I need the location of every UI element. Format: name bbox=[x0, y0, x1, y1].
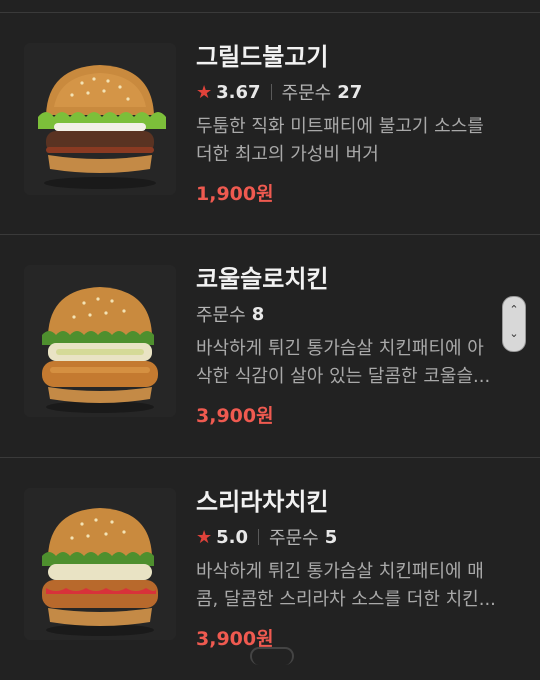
description-line: 더한 최고의 가성비 버거 bbox=[196, 144, 379, 165]
menu-item-meta: ★ 5.0 주문수 5 bbox=[196, 524, 337, 550]
menu-item-name: 스리라차치킨 bbox=[196, 488, 329, 516]
rating-value: 3.67 bbox=[216, 81, 261, 103]
star-icon: ★ bbox=[196, 81, 213, 103]
chevron-down-icon[interactable]: ⌄ bbox=[503, 327, 525, 340]
description-line: 삭한 식감이 살아 있는 달콤한 코울슬... bbox=[196, 366, 491, 387]
meta-separator bbox=[258, 529, 260, 545]
menu-item-grilled-bulgogi[interactable]: 그릴드불고기 ★ 3.67 주문수 27 두툼한 직화 미트패티에 불고기 소스… bbox=[0, 13, 540, 235]
burger-image bbox=[24, 43, 176, 195]
fast-scroll-handle[interactable]: ⌃ ⌄ bbox=[502, 296, 526, 352]
star-icon: ★ bbox=[196, 526, 213, 548]
description-line: 바삭하게 튀긴 통가슴살 치킨패티에 매 bbox=[196, 561, 484, 582]
meta-separator bbox=[270, 84, 272, 100]
menu-item-name: 그릴드불고기 bbox=[196, 43, 329, 71]
order-count: 27 bbox=[337, 81, 363, 103]
burger-image bbox=[24, 488, 176, 640]
menu-item-price: 1,900원 bbox=[196, 183, 274, 205]
rating-value: 5.0 bbox=[216, 526, 249, 548]
description-line: 콤, 달콤한 스리라차 소스를 더한 치킨... bbox=[196, 589, 496, 610]
order-count-label: 주문수 bbox=[281, 83, 332, 104]
menu-item-coleslaw-chicken[interactable]: 코울슬로치킨 주문수 8 바삭하게 튀긴 통가슴살 치킨패티에 아 삭한 식감이… bbox=[0, 235, 540, 457]
menu-item-name: 코울슬로치킨 bbox=[196, 265, 329, 293]
menu-item-description: 바삭하게 튀긴 통가슴살 치킨패티에 아 삭한 식감이 살아 있는 달콤한 코울… bbox=[196, 335, 518, 391]
menu-item-meta: 주문수 8 bbox=[196, 301, 264, 327]
order-count: 5 bbox=[324, 526, 338, 548]
order-count: 8 bbox=[251, 303, 265, 325]
description-line: 두툼한 직화 미트패티에 불고기 소스를 bbox=[196, 116, 484, 137]
burger-image bbox=[24, 265, 176, 417]
menu-item-description: 두툼한 직화 미트패티에 불고기 소스를 더한 최고의 가성비 버거 bbox=[196, 113, 518, 169]
description-line: 바삭하게 튀긴 통가슴살 치킨패티에 아 bbox=[196, 338, 484, 359]
menu-item-meta: ★ 3.67 주문수 27 bbox=[196, 79, 362, 105]
menu-item-description: 바삭하게 튀긴 통가슴살 치킨패티에 매 콤, 달콤한 스리라차 소스를 더한 … bbox=[196, 558, 518, 614]
menu-item-price: 3,900원 bbox=[196, 405, 274, 427]
bottom-sheet-handle[interactable] bbox=[250, 647, 294, 665]
chevron-up-icon[interactable]: ⌃ bbox=[503, 303, 525, 316]
order-count-label: 주문수 bbox=[196, 305, 246, 326]
order-count-label: 주문수 bbox=[269, 528, 319, 549]
